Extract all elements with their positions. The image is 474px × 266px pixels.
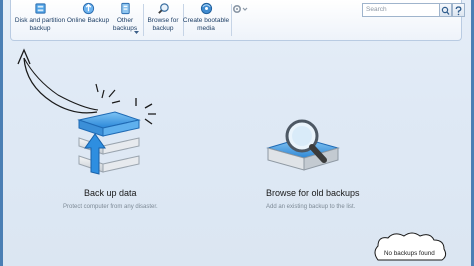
create-bootable-media-button[interactable]: Create bootable media	[183, 2, 229, 38]
status-cloud	[374, 232, 447, 261]
app-window: Disk and partition backup Online Backup …	[0, 0, 474, 266]
disk-partition-backup-button[interactable]: Disk and partition backup	[15, 2, 65, 38]
other-backups-button[interactable]: Other backups	[110, 2, 140, 38]
toolbar: Disk and partition backup Online Backup …	[10, 0, 465, 41]
backup-data-title[interactable]: Back up data	[84, 188, 137, 198]
disk-backup-icon	[34, 3, 46, 14]
backup-data-subtitle: Protect computer from any disaster.	[63, 204, 158, 210]
online-backup-label: Online Backup	[66, 17, 110, 24]
bootable-media-icon	[200, 2, 212, 15]
search-button[interactable]	[439, 3, 452, 17]
browse-old-backups-title[interactable]: Browse for old backups	[266, 188, 360, 198]
browse-for-backup-button[interactable]: Browse for backup	[145, 2, 181, 38]
tools-icon[interactable]	[232, 4, 248, 14]
online-backup-button[interactable]: Online Backup	[66, 2, 110, 38]
browse-backup-icon	[157, 3, 169, 14]
other-backups-label: Other backups	[112, 17, 138, 32]
create-bootable-media-label: Create bootable media	[182, 17, 230, 32]
browse-old-backups-icon[interactable]	[266, 116, 352, 178]
search-placeholder: Search	[366, 6, 387, 13]
backup-data-icon[interactable]	[73, 108, 145, 180]
help-icon	[455, 6, 462, 16]
search-icon	[441, 6, 450, 15]
online-backup-icon	[82, 2, 94, 15]
help-button[interactable]	[452, 3, 465, 17]
browse-for-backup-label: Browse for backup	[147, 17, 179, 32]
disk-partition-backup-label: Disk and partition backup	[14, 17, 66, 32]
browse-old-backups-subtitle: Add an existing backup to the list.	[266, 204, 356, 210]
window-frame-left	[0, 0, 3, 266]
search-input[interactable]: Search	[362, 3, 451, 17]
no-backups-status: No backups found	[384, 250, 435, 257]
other-backups-icon	[120, 2, 130, 15]
toolbar-separator	[143, 4, 144, 36]
chevron-down-icon	[134, 31, 139, 34]
